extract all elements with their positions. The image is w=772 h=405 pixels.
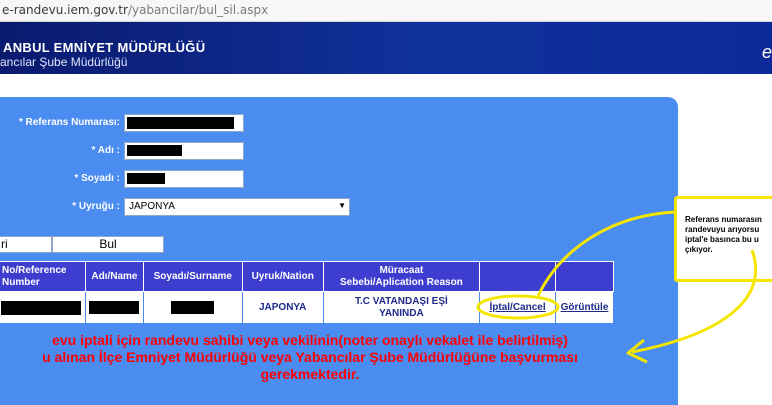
header-banner: ANBUL EMNİYET MÜDÜRLÜĞÜ ancılar Şube Müd…: [0, 22, 772, 74]
warning-line-1: evu iptali için randevu sahibi veya veki…: [52, 332, 568, 348]
header-title: ANBUL EMNİYET MÜDÜRLÜĞÜ: [3, 40, 206, 55]
header-brand: e: [761, 42, 772, 62]
name-cell-redaction: [89, 300, 140, 314]
col-header-number: No/Reference Number: [0, 261, 86, 292]
view-link[interactable]: Görüntüle: [561, 302, 609, 313]
col-header-reason: Müracaat Sebebi/Aplication Reason: [322, 261, 481, 292]
col-header-cancel: [479, 261, 556, 292]
nationality-select[interactable]: JAPONYA ▼: [124, 198, 350, 216]
url-path: /yabancilar/bul_sil.aspx: [127, 3, 269, 17]
name-label: * Adı :: [91, 145, 120, 156]
callout-line-3: iptal'e basınca bu u: [685, 235, 759, 244]
col-header-name: Adı/Name: [84, 261, 144, 292]
callout-line-1: Referans numarasın: [685, 215, 762, 224]
cell-view: Görüntüle: [555, 291, 614, 324]
dropdown-arrow-icon: ▼: [338, 201, 346, 210]
ref-redaction: [127, 117, 234, 129]
cell-reason: T.C VATANDAŞI EŞİ YANINDA: [322, 291, 481, 324]
col-header-surname: Soyadı/Surname: [142, 261, 243, 292]
nationality-label: * Uyruğu :: [72, 201, 120, 212]
find-button[interactable]: Bul: [52, 236, 164, 253]
url-host: e-randevu.iem.gov.tr: [2, 3, 128, 17]
warning-line-2: u alınan İlçe Emniyet Müdürlüğü veya Yab…: [42, 349, 578, 365]
cell-number: [0, 291, 86, 324]
col-header-number-text: No/Reference Number: [2, 264, 67, 288]
cell-nation: JAPONYA: [241, 291, 324, 324]
name-redaction: [127, 145, 182, 156]
cell-cancel: İptal/Cancel: [479, 291, 556, 324]
callout-line-4: çıkıyor.: [685, 245, 713, 254]
col-header-reason-text: Müracaat Sebebi/Aplication Reason: [339, 264, 463, 288]
number-redaction: [0, 300, 81, 315]
nationality-value: JAPONYA: [129, 201, 175, 212]
cell-surname: [142, 291, 243, 324]
callout-line-2: randevuyu arıyorsu: [685, 225, 760, 234]
warning-line-3: gerekmektedir.: [260, 366, 360, 382]
url-text[interactable]: e-randevu.iem.gov.tr/yabancilar/bul_sil.…: [2, 3, 268, 17]
cancel-link[interactable]: İptal/Cancel: [490, 302, 546, 313]
table-header-row: No/Reference Number Adı/Name Soyadı/Surn…: [0, 261, 614, 292]
col-header-nation: Uyruk/Nation: [241, 261, 324, 292]
surname-redaction: [127, 173, 165, 184]
cell-name: [84, 291, 144, 324]
clear-button[interactable]: ri: [0, 236, 52, 253]
header-subtitle: ancılar Şube Müdürlüğü: [0, 55, 128, 69]
table-row: JAPONYA T.C VATANDAŞI EŞİ YANINDA İptal/…: [0, 291, 614, 324]
results-table: No/Reference Number Adı/Name Soyadı/Surn…: [0, 261, 614, 324]
surname-label: * Soyadı :: [74, 173, 120, 184]
cell-reason-text: T.C VATANDAŞI EŞİ YANINDA: [354, 295, 448, 319]
page: e-randevu.iem.gov.tr/yabancilar/bul_sil.…: [0, 0, 772, 405]
annotation-callout: Referans numarasın randevuyu arıyorsu ip…: [674, 196, 772, 282]
ref-label: * Referans Numarası:: [18, 117, 120, 128]
address-bar[interactable]: e-randevu.iem.gov.tr/yabancilar/bul_sil.…: [0, 0, 772, 22]
col-header-view: [555, 261, 614, 292]
surname-cell-redaction: [171, 300, 215, 314]
